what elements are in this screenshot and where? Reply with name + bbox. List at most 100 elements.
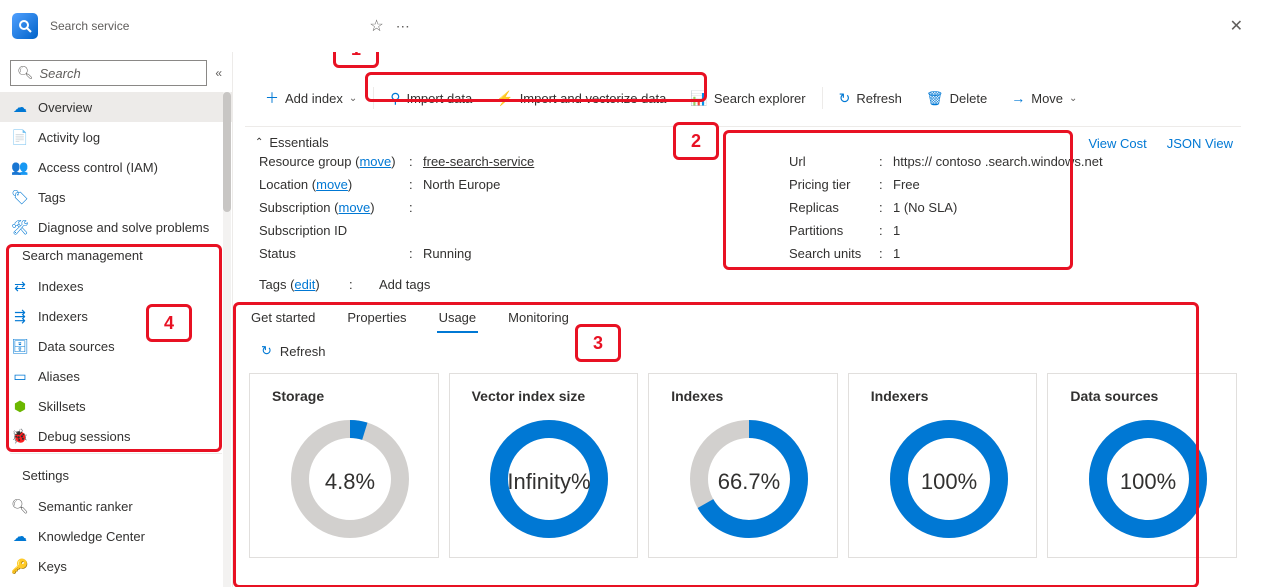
chevron-up-icon: ⌃ [255,137,263,148]
import-icon: ⚲ [390,90,400,107]
replicas-link[interactable]: 1 (No SLA) [893,200,957,215]
button-label: Refresh [856,91,902,106]
nav-activity-log[interactable]: 📄 Activity log [0,122,232,152]
tab-properties[interactable]: Properties [345,304,408,333]
import-data-button[interactable]: ⚲ Import data [380,83,482,113]
nav-indexers[interactable]: ⇶ Indexers [0,301,232,331]
card-title: Data sources [1070,388,1226,404]
add-tags-link[interactable]: Add tags [379,277,430,292]
edit-tags-link[interactable]: edit [294,277,315,292]
move-link[interactable]: move [359,154,391,169]
essentials-title: Essentials [269,135,328,150]
label: Subscription ID [259,223,409,238]
service-type-label: Search service [50,19,129,33]
nav-label: Diagnose and solve problems [38,220,209,235]
label: Url [789,154,879,169]
donut-chart: Infinity% [485,415,613,543]
scrollbar-thumb[interactable] [223,92,231,212]
essentials-panel: ⌃ Essentials Resource group (move) : fre… [245,127,1241,302]
tags-icon: 🏷 [12,189,28,206]
nav-keys[interactable]: 🔑 Keys [0,551,232,581]
close-icon[interactable]: ✕ [1230,16,1243,36]
indexes-icon: ⇄ [12,278,28,295]
add-index-button[interactable]: ＋ Add index ⌄ [255,83,367,113]
refresh-icon: ↻ [261,343,272,359]
move-icon: → [1011,90,1025,106]
card-title: Indexers [871,388,1027,404]
nav-aliases[interactable]: ▭ Aliases [0,361,232,391]
nav-label: Knowledge Center [38,529,145,544]
nav-label: Tags [38,190,65,205]
nav-label: Aliases [38,369,80,384]
search-icon: 🔍︎ [17,65,34,81]
nav-label: Semantic ranker [38,499,133,514]
usage-card: Indexers 100% [848,373,1038,558]
refresh-button[interactable]: ↻ Refresh [829,83,912,113]
tab-monitoring[interactable]: Monitoring [506,304,571,333]
nav-tags[interactable]: 🏷 Tags [0,182,232,212]
nav-label: Indexes [38,279,84,294]
nav-diagnose[interactable]: 🛠 Diagnose and solve problems [0,212,232,242]
nav-label: Debug sessions [38,429,131,444]
nav-label: Activity log [38,130,100,145]
detail-tabs: Get started Properties Usage Monitoring [245,302,1241,333]
nav-label: Skillsets [38,399,86,414]
nav-access-control[interactable]: 👥 Access control (IAM) [0,152,232,182]
nav-knowledge-center[interactable]: ☁ Knowledge Center [0,521,232,551]
usage-card: Data sources 100% [1047,373,1237,558]
more-menu-icon[interactable]: ⋯ [396,18,412,35]
search-units-link[interactable]: 1 [893,246,900,261]
json-view-link[interactable]: JSON View [1167,136,1233,151]
indexers-icon: ⇶ [12,308,28,325]
tab-get-started[interactable]: Get started [249,304,317,333]
view-cost-link[interactable]: View Cost [1088,136,1146,151]
nav-overview[interactable]: ☁ Overview [0,92,232,122]
nav-indexes[interactable]: ⇄ Indexes [0,271,232,301]
nav-label: Overview [38,100,92,115]
tier-value: Free [893,177,920,192]
button-label: Import data [406,91,472,106]
iam-icon: 👥 [12,159,28,176]
nav-skillsets[interactable]: ⬢ Skillsets [0,391,232,421]
label: Location [259,177,308,192]
donut-label: 100% [1120,468,1176,493]
label: Pricing tier [789,177,879,192]
card-title: Vector index size [472,388,628,404]
card-title: Storage [272,388,428,404]
aliases-icon: ▭ [12,368,28,385]
nav-data-sources[interactable]: 🗄 Data sources [0,331,232,361]
move-button[interactable]: → Move ⌄ [1001,83,1087,113]
url-value: https:// contoso .search.windows.net [893,154,1103,169]
partitions-link[interactable]: 1 [893,223,900,238]
sidebar-search-input[interactable]: 🔍︎ Search [10,60,207,86]
import-vectorize-button[interactable]: ⚡ Import and vectorize data [486,83,676,113]
debug-icon: 🐞 [12,428,28,445]
nav-semantic-ranker[interactable]: 🔍︎ Semantic ranker [0,491,232,521]
knowledge-icon: ☁ [12,528,28,545]
skillsets-icon: ⬢ [12,398,28,415]
diagnose-icon: 🛠 [12,219,28,236]
usage-card: Vector index size Infinity% [449,373,639,558]
favorite-star-icon[interactable]: ☆ [369,16,383,36]
label: Subscription [259,200,331,215]
overview-icon: ☁ [12,99,28,116]
button-label: Delete [950,91,988,106]
donut-chart: 100% [885,415,1013,543]
collapse-sidebar-icon[interactable]: « [215,66,222,80]
label: Status [259,246,409,261]
nav-label: Indexers [38,309,88,324]
search-explorer-button[interactable]: 📊 Search explorer [680,83,815,113]
move-link[interactable]: move [316,177,348,192]
delete-button[interactable]: 🗑 Delete [916,83,997,113]
vectorize-icon: ⚡ [496,90,513,107]
chevron-down-icon: ⌄ [349,93,357,104]
tab-usage[interactable]: Usage [437,304,479,333]
donut-chart: 100% [1084,415,1212,543]
label: Replicas [789,200,879,215]
resource-group-link[interactable]: free-search-service [423,154,534,169]
label: Tags [259,277,286,292]
usage-refresh-button[interactable]: ↻ Refresh [245,333,1241,363]
move-link[interactable]: move [339,200,371,215]
nav-debug-sessions[interactable]: 🐞 Debug sessions [0,421,232,451]
card-title: Indexes [671,388,827,404]
